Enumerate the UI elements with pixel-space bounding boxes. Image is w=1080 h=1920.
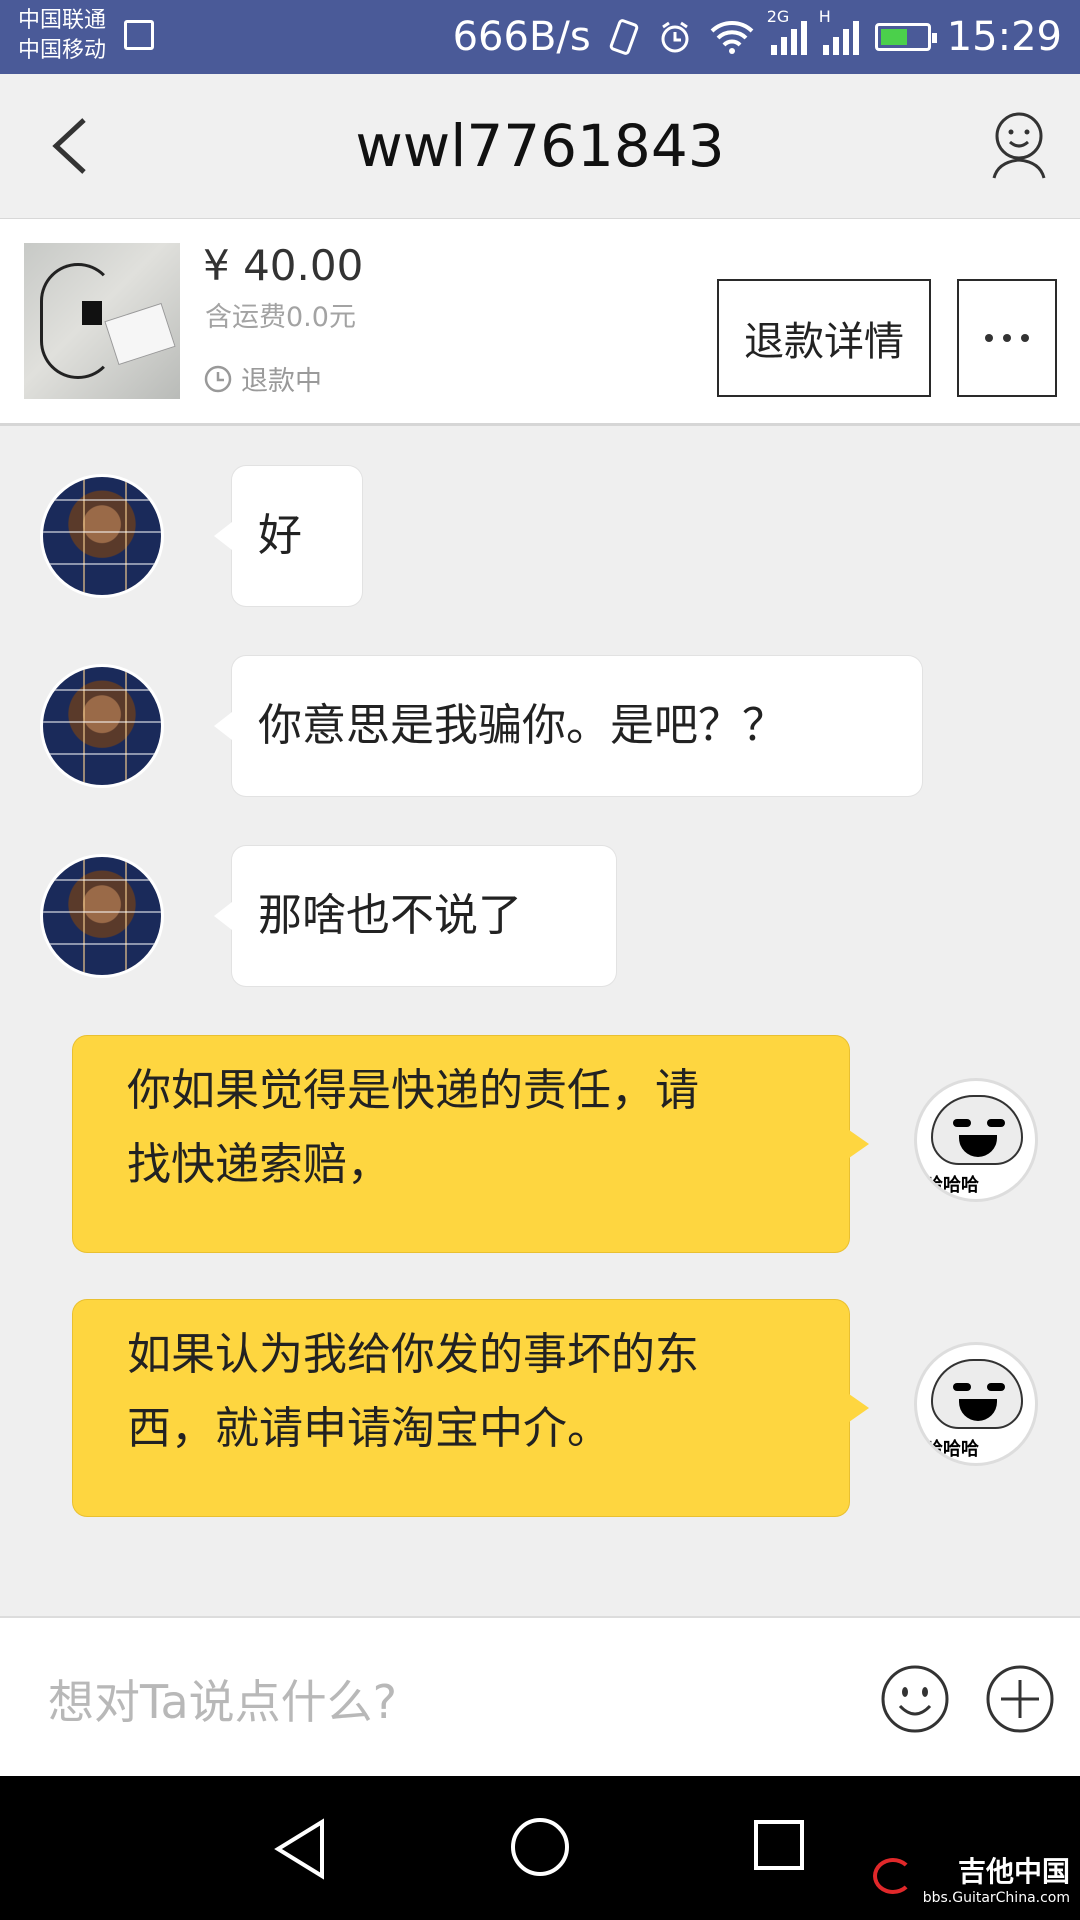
message-bubble-self[interactable]: 如果认为我给你发的事坏的东 西，就请申请淘宝中介。 — [73, 1300, 869, 1516]
message-line: 你如果觉得是快递的责任，请 — [127, 1065, 699, 1116]
chat-messages[interactable]: 好 你意思是我骗你。是吧？？ 那啥也不说了 你如果觉得是快递的责任，请 找快递索… — [0, 426, 1080, 1616]
message-bubble-other[interactable]: 你意思是我骗你。是吧？？ — [214, 656, 922, 796]
product-thumbnail[interactable] — [24, 243, 180, 399]
message-line: 如果认为我给你发的事坏的东 — [127, 1329, 699, 1380]
user-profile-icon[interactable] — [988, 110, 1050, 180]
emoji-icon[interactable] — [880, 1664, 950, 1734]
page-title: wwl7761843 — [355, 112, 725, 180]
signal-2g-icon: 2G — [767, 7, 807, 55]
guitar-logo-icon — [872, 1858, 913, 1894]
network-speed: 666B/s — [452, 14, 591, 60]
signal-h-icon: H — [819, 7, 859, 55]
watermark: 吉他中国 bbs.GuitarChina.com — [872, 1850, 1070, 1906]
nav-recent-apps-icon[interactable] — [752, 1818, 806, 1872]
message-bubble-other[interactable]: 那啥也不说了 — [214, 846, 616, 986]
plus-icon[interactable] — [985, 1664, 1055, 1734]
alarm-icon — [661, 21, 689, 53]
status-bar: 中国联通 中国移动 666B/s 2G H 15:29 — [0, 0, 1080, 74]
message-input[interactable]: 想对Ta说点什么? — [48, 1666, 397, 1732]
other-avatar[interactable] — [40, 474, 164, 598]
watermark-title: 吉他中国 — [957, 1855, 1070, 1888]
other-avatar[interactable] — [40, 664, 164, 788]
other-avatar[interactable] — [40, 854, 164, 978]
vibrate-icon — [609, 19, 638, 55]
system-nav-bar: 吉他中国 bbs.GuitarChina.com — [0, 1776, 1080, 1920]
refund-status: 退款中 — [203, 359, 322, 398]
message-line: 西，就请申请淘宝中介。 — [127, 1403, 611, 1454]
status-icons: 666B/s 2G H 15:29 — [452, 7, 1062, 60]
order-price: ¥ 40.00 — [203, 241, 364, 290]
image-notification-icon — [124, 20, 154, 50]
self-avatar[interactable]: 哈哈哈 — [914, 1342, 1038, 1466]
clock-icon — [204, 365, 232, 392]
nav-back-icon[interactable] — [270, 1816, 330, 1882]
clock-time: 15:29 — [946, 14, 1062, 60]
avatar-caption: 哈哈哈 — [925, 1175, 979, 1196]
carrier-1: 中国联通 — [18, 8, 107, 33]
avatar-caption: 哈哈哈 — [925, 1439, 979, 1460]
self-avatar[interactable]: 哈哈哈 — [914, 1078, 1038, 1202]
chat-header: wwl7761843 — [0, 74, 1080, 219]
nav-home-icon[interactable] — [509, 1816, 571, 1878]
shipping-fee: 含运费0.0元 — [205, 302, 356, 333]
battery-icon — [874, 23, 937, 51]
more-dots-icon[interactable] — [957, 279, 1057, 397]
refund-status-label: 退款中 — [241, 366, 322, 397]
wifi-icon — [710, 21, 754, 54]
message-input-bar: 想对Ta说点什么? — [0, 1616, 1080, 1778]
carrier-info: 中国联通 中国移动 — [18, 6, 106, 66]
watermark-url: bbs.GuitarChina.com — [922, 1890, 1070, 1906]
message-line: 找快递索赔， — [127, 1139, 391, 1190]
message-bubble-self[interactable]: 你如果觉得是快递的责任，请 找快递索赔， — [73, 1036, 869, 1252]
message-bubble-other[interactable]: 好 — [214, 466, 362, 606]
net-2g-label: 2G — [766, 7, 790, 26]
carrier-2: 中国移动 — [18, 38, 107, 63]
net-h-label: H — [818, 7, 831, 26]
refund-details-button[interactable]: 退款详情 — [717, 279, 931, 397]
order-card[interactable]: ¥ 40.00 含运费0.0元 退款中 退款详情 — [0, 219, 1080, 426]
